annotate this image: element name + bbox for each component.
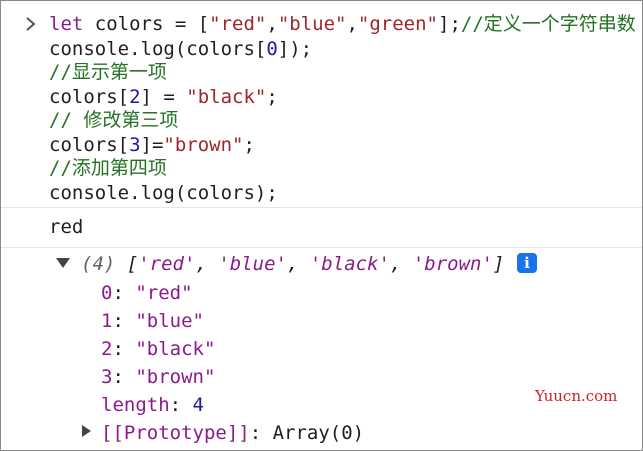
array-entry-3[interactable]: 3: "brown" [101, 365, 215, 389]
array-prototype[interactable]: [[Prototype]]: Array(0) [101, 421, 364, 445]
triangle-right-icon[interactable] [82, 425, 91, 437]
array-summary[interactable]: (4) ['red', 'blue', 'black', 'brown'] [81, 252, 504, 276]
info-icon[interactable]: i [517, 253, 537, 273]
triangle-down-icon[interactable] [56, 258, 70, 268]
console-output-red[interactable]: red [49, 215, 83, 239]
code-line-7[interactable]: //添加第四项 [49, 156, 167, 180]
code-line-6[interactable]: colors[3]="brown"; [49, 133, 255, 157]
array-entry-0[interactable]: 0: "red" [101, 281, 193, 305]
array-entry-1[interactable]: 1: "blue" [101, 309, 204, 333]
watermark: Yuucn.com [535, 387, 618, 405]
code-line-3[interactable]: //显示第一项 [49, 60, 167, 84]
array-length[interactable]: length: 4 [101, 393, 204, 417]
divider [1, 207, 642, 208]
code-line-2[interactable]: console.log(colors[0]); [49, 37, 312, 61]
code-line-8[interactable]: console.log(colors); [49, 181, 278, 205]
code-line-1[interactable]: let colors = ["red","blue","green"];//定义… [49, 12, 636, 36]
array-entry-2[interactable]: 2: "black" [101, 337, 215, 361]
divider [1, 247, 642, 248]
devtools-console: let colors = ["red","blue","green"];//定义… [0, 0, 643, 451]
chevron-right-icon [26, 17, 36, 31]
code-line-5[interactable]: // 修改第三项 [49, 108, 178, 132]
code-line-4[interactable]: colors[2] = "black"; [49, 85, 278, 109]
